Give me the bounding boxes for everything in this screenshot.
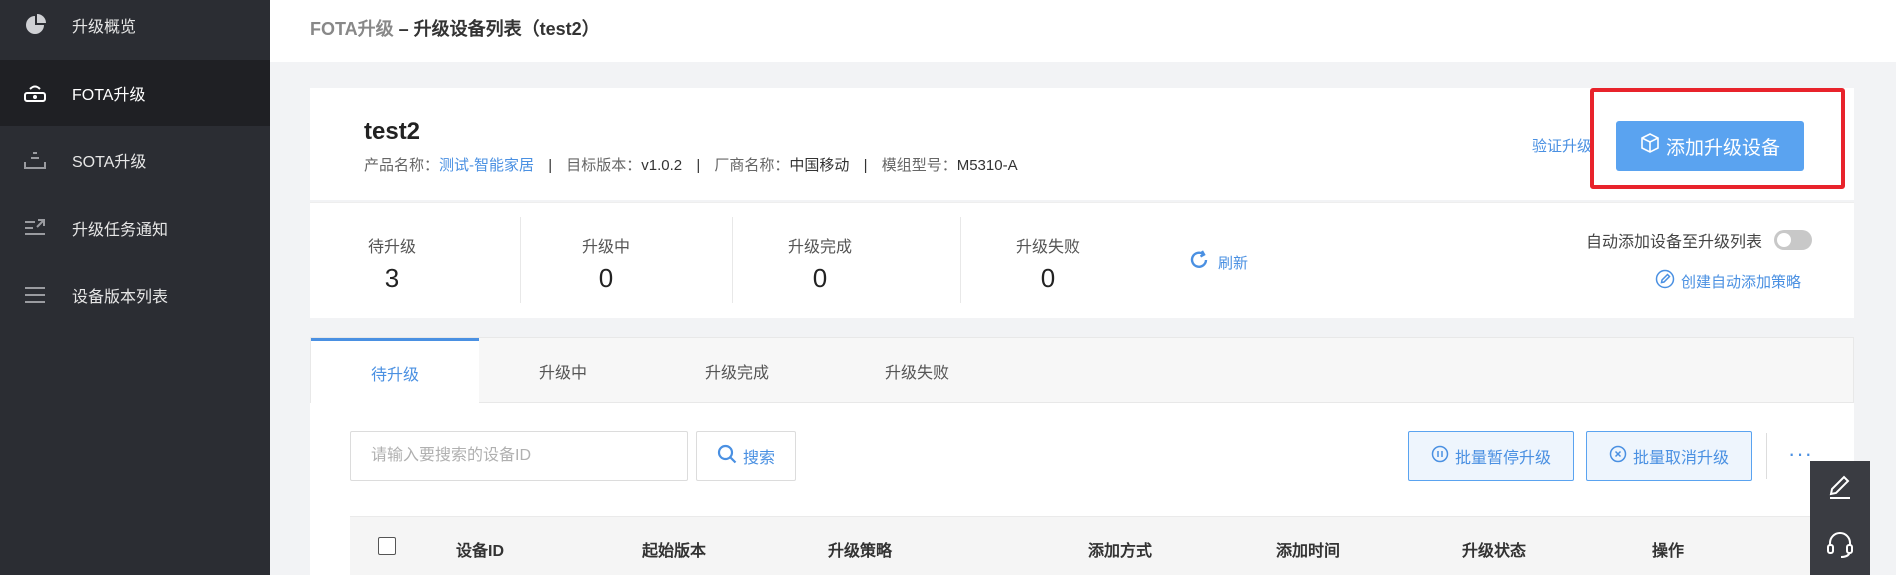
stat-upgrading: 升级中 0 <box>576 233 636 294</box>
meta-separator: | <box>863 157 868 174</box>
vendor-name: 中国移动 <box>789 157 850 174</box>
bulk-cancel-label: 批量取消升级 <box>1632 450 1729 467</box>
pause-circle-icon <box>1431 445 1449 468</box>
edit-circle-icon <box>1655 269 1675 293</box>
floating-toolbar <box>1810 461 1870 575</box>
sidebar-item-sota[interactable]: SOTA升级 <box>0 127 270 193</box>
customer-service-button[interactable] <box>1810 518 1870 575</box>
pie-chart-icon <box>22 12 48 38</box>
divider <box>960 217 961 303</box>
router-icon <box>22 80 48 106</box>
stat-label: 升级中 <box>581 239 630 256</box>
product-meta: 产品名称：测试-智能家居 | 目标版本：v1.0.2 | 厂商名称：中国移动 |… <box>364 154 1018 175</box>
select-all-checkbox[interactable] <box>378 537 396 555</box>
sidebar-item-label: FOTA升级 <box>72 87 146 104</box>
refresh-icon <box>1188 249 1210 275</box>
page-header: FOTA升级 – 升级设备列表（test2） <box>270 0 1896 62</box>
search-label: 搜索 <box>742 450 775 467</box>
search-button[interactable]: 搜索 <box>696 431 796 481</box>
sidebar-item-label: 升级概览 <box>72 19 137 36</box>
divider <box>1766 433 1767 479</box>
stat-pending: 待升级 3 <box>362 233 422 294</box>
stat-value: 0 <box>812 263 828 293</box>
create-policy-label: 创建自动添加策略 <box>1681 273 1802 291</box>
headset-icon <box>1825 529 1855 564</box>
sidebar-item-version-list[interactable]: 设备版本列表 <box>0 262 270 328</box>
notice-icon <box>22 215 48 241</box>
column-header-upgrade-status: 升级状态 <box>1462 543 1527 560</box>
page-title: 升级设备列表（test2） <box>413 19 600 39</box>
stat-label: 升级完成 <box>787 239 852 256</box>
bulk-pause-button[interactable]: 批量暂停升级 <box>1408 431 1574 481</box>
tray-icon <box>22 147 48 173</box>
feedback-button[interactable] <box>1810 461 1870 518</box>
sidebar-item-label: 设备版本列表 <box>72 289 169 306</box>
close-circle-icon <box>1609 445 1627 468</box>
meta-label: 目标版本： <box>566 157 642 174</box>
sidebar-item-fota[interactable]: FOTA升级 <box>0 60 270 126</box>
list-icon <box>22 282 48 308</box>
product-name: test2 <box>364 118 421 145</box>
refresh-label: 刷新 <box>1218 254 1249 272</box>
search-icon <box>717 444 737 469</box>
sidebar-item-label: 升级任务通知 <box>72 222 169 239</box>
device-id-search-input[interactable] <box>350 431 688 481</box>
column-header-device-id: 设备ID <box>456 543 505 560</box>
stat-failed: 升级失败 0 <box>1008 233 1088 294</box>
auto-add-label: 自动添加设备至升级列表 <box>1586 234 1763 251</box>
module-model: M5310-A <box>956 157 1018 174</box>
refresh-button[interactable]: 刷新 <box>1188 249 1248 275</box>
column-header-start-version: 起始版本 <box>642 543 707 560</box>
product-name-link[interactable]: 测试-智能家居 <box>439 157 534 174</box>
upgrade-stats: 待升级 3 升级中 0 升级完成 0 升级失败 0 刷新 自动添加设备至升级列表… <box>310 202 1854 318</box>
bulk-cancel-button[interactable]: 批量取消升级 <box>1586 431 1752 481</box>
stat-label: 待升级 <box>367 239 416 256</box>
sidebar-item-overview[interactable]: 升级概览 <box>0 0 270 58</box>
pencil-icon <box>1826 473 1854 506</box>
breadcrumb: FOTA升级 – 升级设备列表（test2） <box>310 15 600 41</box>
highlight-box <box>1590 88 1845 189</box>
target-version: v1.0.2 <box>641 157 683 174</box>
breadcrumb-root[interactable]: FOTA升级 <box>310 19 394 39</box>
tab-completed[interactable]: 升级完成 <box>647 338 827 404</box>
divider <box>732 217 733 303</box>
status-tabs: 待升级 升级中 升级完成 升级失败 <box>310 337 1854 404</box>
column-header-upgrade-policy: 升级策略 <box>828 543 893 560</box>
tab-pending[interactable]: 待升级 <box>311 338 479 404</box>
bulk-pause-label: 批量暂停升级 <box>1454 450 1551 467</box>
column-header-actions: 操作 <box>1652 543 1685 560</box>
tab-failed[interactable]: 升级失败 <box>827 338 1007 404</box>
stat-completed: 升级完成 0 <box>780 233 860 294</box>
create-auto-add-policy-link[interactable]: 创建自动添加策略 <box>1655 269 1801 293</box>
sidebar-item-task-notice[interactable]: 升级任务通知 <box>0 195 270 261</box>
meta-label: 产品名称： <box>364 157 440 174</box>
device-table-header: 设备ID 起始版本 升级策略 添加方式 添加时间 升级状态 操作 <box>350 516 1812 575</box>
sidebar-item-label: SOTA升级 <box>72 154 147 171</box>
meta-label: 模组型号： <box>881 157 957 174</box>
meta-label: 厂商名称： <box>714 157 790 174</box>
stat-label: 升级失败 <box>1015 239 1080 256</box>
stat-value: 3 <box>384 263 400 293</box>
tab-upgrading[interactable]: 升级中 <box>479 338 647 404</box>
meta-separator: | <box>696 157 701 174</box>
column-header-add-time: 添加时间 <box>1276 543 1341 560</box>
device-list-panel: 搜索 批量暂停升级 批量取消升级 ··· 设备ID 起始版本 升级策略 添加方式… <box>310 403 1854 575</box>
verify-upgrade-link[interactable]: 验证升级 <box>1532 135 1592 156</box>
auto-add-setting: 自动添加设备至升级列表 <box>1586 228 1813 252</box>
auto-add-toggle[interactable] <box>1774 230 1813 250</box>
stat-value: 0 <box>598 263 614 293</box>
breadcrumb-separator: – <box>393 19 414 39</box>
sidebar: 升级概览 FOTA升级 SOTA升级 升级任务通知 设备版本列表 <box>0 0 270 575</box>
stat-value: 0 <box>1040 263 1056 293</box>
column-header-add-method: 添加方式 <box>1088 543 1153 560</box>
divider <box>520 217 521 303</box>
meta-separator: | <box>548 157 553 174</box>
